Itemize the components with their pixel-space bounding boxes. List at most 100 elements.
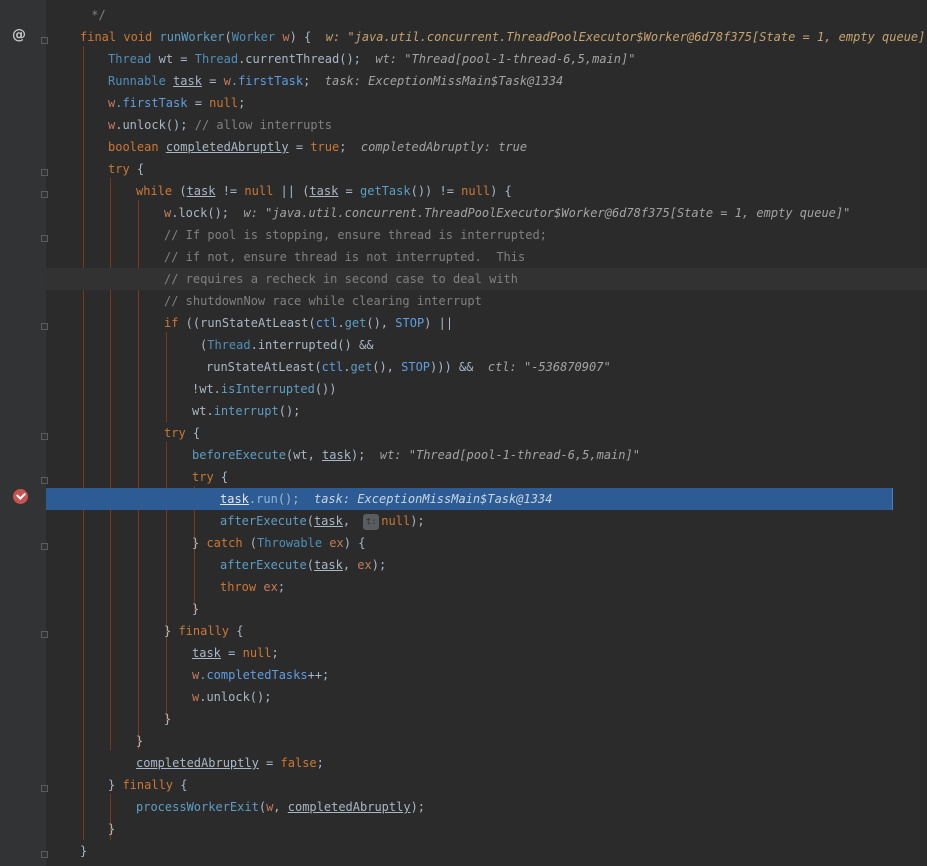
punct: ; xyxy=(339,140,347,154)
code-line-31[interactable]: w.completedTasks++; xyxy=(46,664,927,686)
code-line-17[interactable]: runStateAtLeast(ctl.get(), STOP))) && ct… xyxy=(46,356,927,378)
breakpoint-icon[interactable] xyxy=(13,489,28,504)
code-line-32[interactable]: w.unlock(); xyxy=(46,686,927,708)
code-line-15[interactable]: if ((runStateAtLeast(ctl.get(), STOP) || xyxy=(46,312,927,334)
code-line-14[interactable]: // shutdownNow race while clearing inter… xyxy=(46,290,927,312)
punct: { xyxy=(213,470,229,484)
code-area[interactable]: */ final void runWorker(Worker w) { w: "… xyxy=(46,0,927,866)
code-text: (wt, xyxy=(285,448,323,462)
comment: // If pool is stopping, ensure thread is… xyxy=(164,228,547,242)
code-line-22[interactable]: try { xyxy=(46,466,927,488)
code-text: = xyxy=(201,74,224,88)
code-line-29[interactable]: } finally { xyxy=(46,620,927,642)
code-line-24[interactable]: afterExecute(task, t: null); xyxy=(46,510,927,532)
code-text: = xyxy=(187,96,210,110)
param: w xyxy=(282,30,290,44)
punct: . xyxy=(343,360,351,374)
keyword: while xyxy=(136,184,173,198)
code-editor[interactable]: @ */ final void runWorker(Worker w) { w:… xyxy=(0,0,927,866)
code-line-26[interactable]: afterExecute(task, ex); xyxy=(46,554,927,576)
code-line-25[interactable]: } catch (Throwable ex) { xyxy=(46,532,927,554)
code-line-3[interactable]: Thread wt = Thread.currentThread(); wt: … xyxy=(46,48,927,70)
code-line-28[interactable]: } xyxy=(46,598,927,620)
punct: . xyxy=(337,316,345,330)
code-line-10[interactable]: w.lock(); w: "java.util.concurrent.Threa… xyxy=(46,202,927,224)
code-line-1[interactable]: */ xyxy=(46,4,927,26)
punct: , xyxy=(342,558,358,572)
method-name: interrupt xyxy=(213,404,279,418)
comment: // shutdownNow race while clearing inter… xyxy=(164,294,482,308)
type-name: Runnable xyxy=(108,74,166,88)
code-text: = xyxy=(288,140,311,154)
code-line-16[interactable]: (Thread.interrupted() && xyxy=(46,334,927,356)
code-line-5[interactable]: w.firstTask = null; xyxy=(46,92,927,114)
field: .firstTask xyxy=(230,74,304,88)
keyword: try xyxy=(164,426,186,440)
code-line-36[interactable]: } finally { xyxy=(46,774,927,796)
code-line-8[interactable]: try { xyxy=(46,158,927,180)
code-line-38[interactable]: } xyxy=(46,818,927,840)
param: w xyxy=(223,74,231,88)
code-line-27[interactable]: throw ex; xyxy=(46,576,927,598)
code-text: wt = xyxy=(158,52,195,66)
override-icon[interactable]: @ xyxy=(12,27,26,43)
method-name: beforeExecute xyxy=(192,448,286,462)
editor-gutter[interactable]: @ xyxy=(0,0,48,866)
punct: ) { xyxy=(289,30,312,44)
code-line-37[interactable]: processWorkerExit(w, completedAbruptly); xyxy=(46,796,927,818)
punct: ( xyxy=(258,800,267,814)
code-line-18[interactable]: !wt.isInterrupted()) xyxy=(46,378,927,400)
code-line-39[interactable]: } xyxy=(46,840,927,862)
method-name: get xyxy=(350,360,373,374)
variable: task xyxy=(309,184,339,198)
debug-value: completedAbruptly: true xyxy=(360,140,528,154)
keyword: final xyxy=(80,30,117,44)
debug-value: task: ExceptionMissMain$Task@1334 xyxy=(313,492,553,506)
punct: ( xyxy=(308,316,316,330)
variable: task xyxy=(313,558,343,572)
code-line-2[interactable]: final void runWorker(Worker w) { w: "jav… xyxy=(46,26,927,48)
code-text: .lock(); xyxy=(171,206,230,220)
debug-value: w: "java.util.concurrent.ThreadPoolExecu… xyxy=(325,30,927,44)
keyword: catch xyxy=(206,536,243,550)
code-text: wt. xyxy=(192,404,214,418)
debug-value: task: ExceptionMissMain$Task@1334 xyxy=(324,74,564,88)
punct: ); xyxy=(350,448,366,462)
param: ex xyxy=(263,580,278,594)
punct: } xyxy=(192,536,207,550)
code-text: .unlock(); xyxy=(115,118,188,132)
code-text: = xyxy=(220,646,243,660)
debug-value: ctl: "-536870907" xyxy=(487,360,611,374)
keyword: null xyxy=(244,184,274,198)
keyword: null xyxy=(242,646,272,660)
code-line-7[interactable]: boolean completedAbruptly = true; comple… xyxy=(46,136,927,158)
punct: { xyxy=(173,778,188,792)
debug-value: wt: "Thread[pool-1-thread-6,5,main]" xyxy=(375,52,636,66)
punct: } xyxy=(136,734,144,748)
code-line-19[interactable]: wt.interrupt(); xyxy=(46,400,927,422)
code-line-11[interactable]: // If pool is stopping, ensure thread is… xyxy=(46,224,927,246)
keyword: null xyxy=(461,184,491,198)
code-line-4[interactable]: Runnable task = w.firstTask; task: Excep… xyxy=(46,70,927,92)
code-line-30[interactable]: task = null; xyxy=(46,642,927,664)
punct: ( xyxy=(306,558,314,572)
code-line-13-current[interactable]: // requires a recheck in second case to … xyxy=(46,268,927,290)
field: ctl xyxy=(315,316,338,330)
code-line-20[interactable]: try { xyxy=(46,422,927,444)
keyword: finally xyxy=(122,778,174,792)
punct: ; xyxy=(303,74,311,88)
code-line-21[interactable]: beforeExecute(wt, task); wt: "Thread[poo… xyxy=(46,444,927,466)
code-line-6[interactable]: w.unlock(); // allow interrupts xyxy=(46,114,927,136)
code-line-33[interactable]: } xyxy=(46,708,927,730)
variable: task xyxy=(220,492,249,506)
code-line-35[interactable]: completedAbruptly = false; xyxy=(46,752,927,774)
punct: ); xyxy=(371,558,387,572)
code-line-9[interactable]: while (task != null || (task = getTask()… xyxy=(46,180,927,202)
code-line-34[interactable]: } xyxy=(46,730,927,752)
execution-point-line[interactable]: task.run(); task: ExceptionMissMain$Task… xyxy=(46,488,893,510)
variable: completedAbruptly xyxy=(136,756,259,770)
keyword: finally xyxy=(178,624,230,638)
method-name: afterExecute xyxy=(220,514,307,528)
variable: task xyxy=(313,514,343,528)
code-line-12[interactable]: // if not, ensure thread is not interrup… xyxy=(46,246,927,268)
